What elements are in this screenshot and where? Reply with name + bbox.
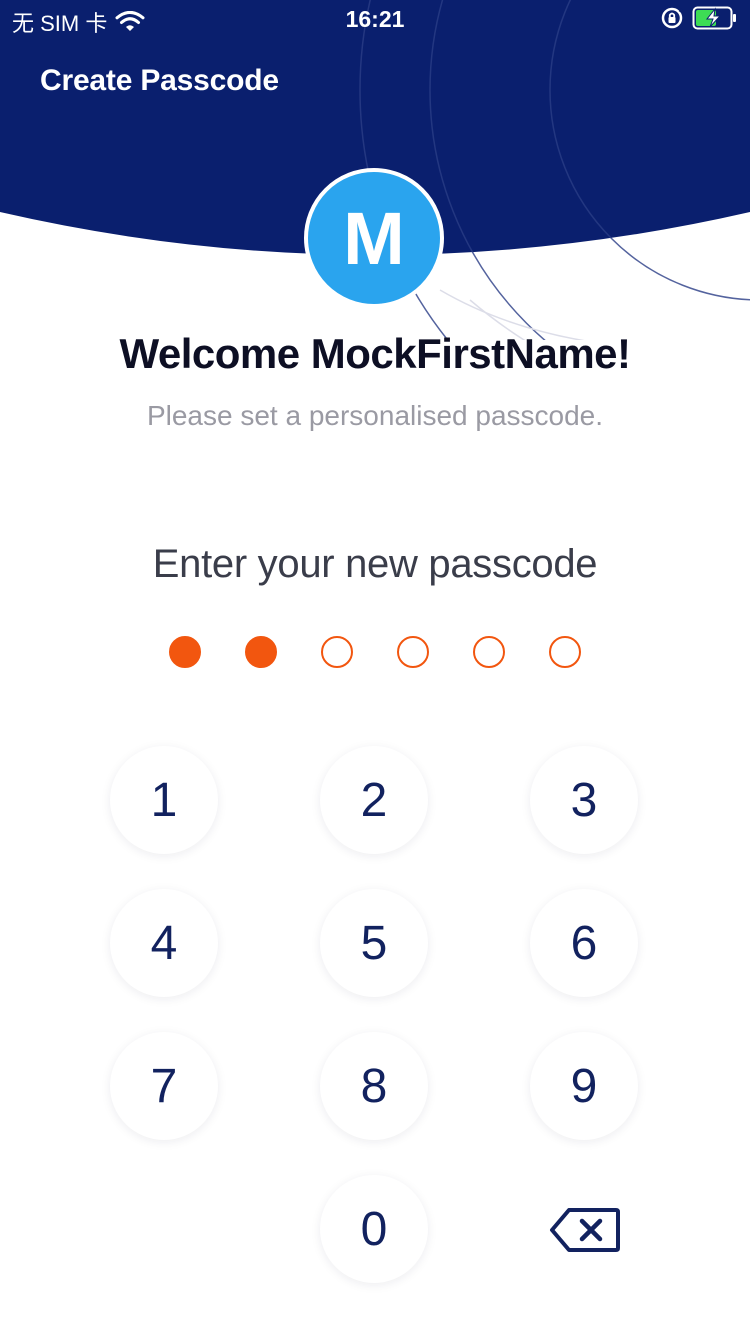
key-6[interactable]: 6	[530, 889, 638, 997]
battery-icon	[692, 6, 736, 30]
key-1[interactable]: 1	[110, 746, 218, 854]
passcode-prompt: Enter your new passcode	[152, 542, 598, 586]
passcode-dot	[321, 636, 353, 668]
orientation-lock-icon	[661, 7, 684, 29]
key-4[interactable]: 4	[110, 889, 218, 997]
delete-button[interactable]	[546, 1200, 624, 1260]
passcode-indicator	[0, 636, 750, 670]
passcode-dot	[169, 636, 201, 668]
key-9[interactable]: 9	[530, 1032, 638, 1140]
passcode-dot	[245, 636, 277, 668]
avatar: M	[304, 168, 444, 308]
status-time: 16:21	[345, 6, 405, 32]
passcode-dot	[473, 636, 505, 668]
welcome-subtitle: Please set a personalised passcode.	[146, 400, 604, 431]
backspace-icon	[550, 1208, 620, 1252]
page-title: Create Passcode	[40, 64, 279, 97]
key-8[interactable]: 8	[320, 1032, 428, 1140]
key-3[interactable]: 3	[530, 746, 638, 854]
welcome-heading: Welcome MockFirstName!	[119, 330, 631, 377]
key-5[interactable]: 5	[320, 889, 428, 997]
key-7[interactable]: 7	[110, 1032, 218, 1140]
key-2[interactable]: 2	[320, 746, 428, 854]
avatar-initial: M	[343, 196, 405, 280]
status-bar: 无 SIM 卡 16:21	[0, 0, 750, 40]
passcode-dot	[549, 636, 581, 668]
key-0[interactable]: 0	[320, 1175, 428, 1283]
passcode-dot	[397, 636, 429, 668]
status-right	[660, 6, 738, 30]
